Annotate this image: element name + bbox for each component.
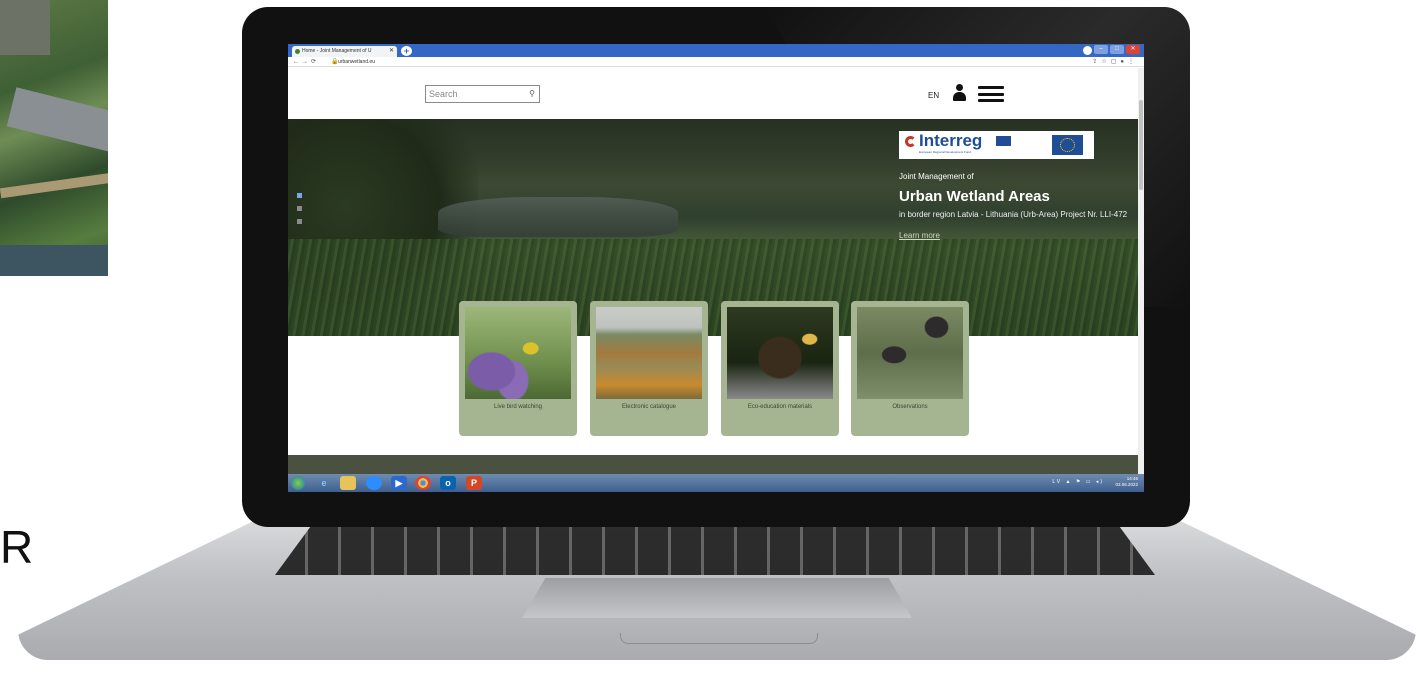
tray-icons[interactable]: LV ▲ ⚑ ▭ ◂) xyxy=(1052,479,1104,485)
card-label: Observations xyxy=(892,404,928,410)
card-eco-education-materials[interactable]: Eco-education materials xyxy=(721,301,839,436)
interreg-logo: Interreg European Regional Development F… xyxy=(899,131,1094,159)
chrome-profile-icon[interactable] xyxy=(1083,46,1092,55)
card-live-bird-watching[interactable]: Live bird watching xyxy=(459,301,577,436)
photo-building xyxy=(0,0,50,55)
laptop-keyboard xyxy=(275,527,1155,575)
file-explorer-icon[interactable] xyxy=(340,476,356,490)
slide-dot-1[interactable] xyxy=(297,193,302,198)
page-scrollbar[interactable] xyxy=(1138,68,1144,474)
clock-date: 03.06.2022 xyxy=(1115,482,1138,487)
search-icon[interactable]: ⚲ xyxy=(529,86,535,102)
internet-explorer-icon[interactable]: e xyxy=(316,476,332,490)
turtle-puzzle-photo xyxy=(727,307,833,399)
zoom-icon[interactable] xyxy=(366,476,382,490)
media-player-icon[interactable]: ▶ xyxy=(391,476,407,490)
laptop-trackpad xyxy=(522,578,912,618)
hero-kicker: Joint Management of xyxy=(899,172,974,181)
maximize-button[interactable]: □ xyxy=(1110,45,1124,54)
hero-text-block: Joint Management of Urban Wetland Areas … xyxy=(899,172,1129,240)
new-tab-button[interactable]: + xyxy=(401,46,412,56)
start-button-icon[interactable] xyxy=(291,476,305,490)
search-input[interactable]: Search ⚲ xyxy=(425,85,540,103)
card-label: Eco-education materials xyxy=(747,404,813,410)
slider-dots xyxy=(297,193,302,232)
close-window-button[interactable]: ✕ xyxy=(1126,45,1140,54)
browser-tab-bar: Home - Joint Management of U ✕ + – □ ✕ xyxy=(288,44,1144,57)
navigation-icons[interactable]: ←→⟳ xyxy=(293,58,319,65)
search-placeholder: Search xyxy=(429,89,458,99)
powerpoint-icon[interactable]: P xyxy=(466,476,482,490)
hero-slider: Interreg European Regional Development F… xyxy=(288,119,1144,336)
eu-flag-icon xyxy=(1052,135,1083,155)
hero-description: in border region Latvia - Lithuania (Urb… xyxy=(899,210,1128,219)
small-eu-flag-icon xyxy=(996,136,1011,146)
url-field[interactable]: urbanwetland.eu xyxy=(338,59,375,65)
outlook-icon[interactable]: o xyxy=(440,476,456,490)
card-label: Live bird watching xyxy=(493,404,543,410)
learn-more-link[interactable]: Learn more xyxy=(899,231,1129,240)
browser-toolbar-icons[interactable]: ⇪☆▢●⋮ xyxy=(1092,58,1138,65)
card-electronic-catalogue[interactable]: Electronic catalogue xyxy=(590,301,708,436)
site-header: Search ⚲ EN xyxy=(288,67,1144,120)
browser-tab-title: Home - Joint Management of U xyxy=(302,48,372,54)
hero-reeds xyxy=(288,239,1144,336)
interreg-swirl-icon xyxy=(905,136,916,147)
hero-title: Urban Wetland Areas xyxy=(899,188,1050,205)
browser-address-bar: ←→⟳ 🔒 urbanwetland.eu ⇪☆▢●⋮ xyxy=(288,57,1144,67)
landscape-photo xyxy=(596,307,702,399)
scroll-thumb[interactable] xyxy=(1139,100,1143,190)
laptop-screen: Home - Joint Management of U ✕ + – □ ✕ ←… xyxy=(288,44,1144,492)
user-icon[interactable] xyxy=(952,84,967,102)
minimize-button[interactable]: – xyxy=(1094,45,1108,54)
close-tab-icon[interactable]: ✕ xyxy=(389,46,394,57)
windows-taskbar: e ▶ o P LV ▲ ⚑ ▭ ◂) 14:46 03.06.2022 xyxy=(288,474,1144,492)
browser-tab[interactable]: Home - Joint Management of U ✕ xyxy=(292,46,397,57)
card-label: Electronic catalogue xyxy=(621,404,677,410)
laptop-notch xyxy=(620,633,818,644)
slide-dot-3[interactable] xyxy=(297,219,302,224)
photo-water xyxy=(0,245,108,276)
system-clock[interactable]: 14:46 03.06.2022 xyxy=(1115,476,1138,488)
hero-water xyxy=(438,197,678,237)
slide-text-fragment: R xyxy=(0,521,34,573)
photo-path xyxy=(0,171,108,199)
slide-dot-2[interactable] xyxy=(297,206,302,211)
chrome-icon[interactable] xyxy=(415,476,431,490)
photo-parking xyxy=(6,87,108,153)
moorhen-photo xyxy=(857,307,963,399)
background-aerial-photo xyxy=(0,0,108,276)
card-observations[interactable]: Observations xyxy=(851,301,969,436)
hamburger-menu-icon[interactable] xyxy=(978,86,1004,102)
window-controls: – □ ✕ xyxy=(1094,45,1140,54)
site-favicon-icon xyxy=(295,49,300,54)
interreg-logo-subtitle: European Regional Development Fund xyxy=(919,150,971,154)
interreg-logo-text: Interreg xyxy=(919,131,983,150)
bird-photo xyxy=(465,307,571,399)
language-selector[interactable]: EN xyxy=(928,91,939,100)
